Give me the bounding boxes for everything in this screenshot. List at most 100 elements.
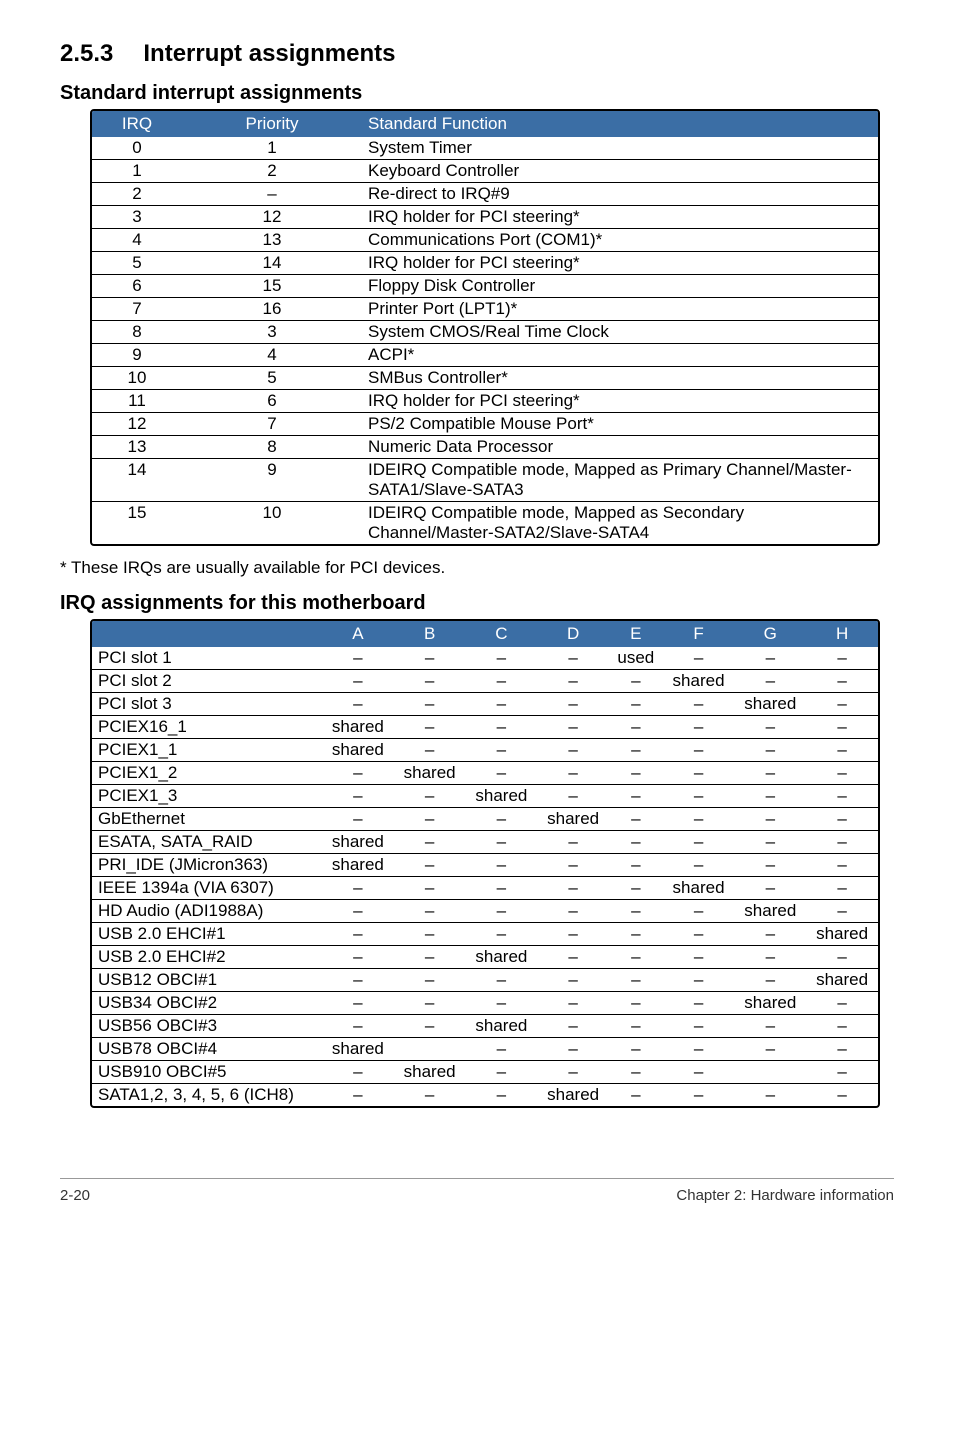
cell-value: –	[663, 900, 735, 923]
cell-value: –	[537, 854, 609, 877]
cell-value: –	[537, 1061, 609, 1084]
cell-priority: 13	[182, 229, 362, 252]
cell-label: IEEE 1394a (VIA 6307)	[92, 877, 322, 900]
cell-label: PRI_IDE (JMicron363)	[92, 854, 322, 877]
cell-value: –	[663, 992, 735, 1015]
cell-value: –	[394, 670, 466, 693]
table-row: GbEthernet–––shared––––	[92, 808, 878, 831]
cell-value: shared	[734, 992, 806, 1015]
cell-value: –	[806, 992, 878, 1015]
cell-value: –	[609, 1038, 663, 1061]
col-irq: IRQ	[92, 111, 182, 137]
cell-value: –	[609, 693, 663, 716]
cell-value: –	[537, 1038, 609, 1061]
table-row: PCIEX1_3––shared–––––	[92, 785, 878, 808]
cell-priority: 2	[182, 160, 362, 183]
table-row: 1510IDEIRQ Compatible mode, Mapped as Se…	[92, 502, 878, 545]
cell-value: used	[609, 647, 663, 670]
cell-priority: 16	[182, 298, 362, 321]
cell-label: HD Audio (ADI1988A)	[92, 900, 322, 923]
cell-irq: 3	[92, 206, 182, 229]
col-header	[92, 621, 322, 647]
cell-value: –	[394, 647, 466, 670]
cell-fn: IRQ holder for PCI steering*	[362, 390, 878, 413]
cell-value: shared	[322, 831, 394, 854]
cell-value: –	[537, 785, 609, 808]
table-row: PCIEX1_1shared–––––––	[92, 739, 878, 762]
cell-label: USB56 OBCI#3	[92, 1015, 322, 1038]
table-row: 413Communications Port (COM1)*	[92, 229, 878, 252]
col-header: D	[537, 621, 609, 647]
cell-value: –	[663, 647, 735, 670]
cell-value: –	[609, 946, 663, 969]
cell-value: –	[466, 1084, 538, 1107]
cell-value: –	[394, 808, 466, 831]
cell-label: USB910 OBCI#5	[92, 1061, 322, 1084]
cell-value: –	[609, 831, 663, 854]
table-row: ESATA, SATA_RAIDshared–––––––	[92, 831, 878, 854]
cell-irq: 7	[92, 298, 182, 321]
table-row: PRI_IDE (JMicron363)shared–––––––	[92, 854, 878, 877]
cell-value: shared	[394, 1061, 466, 1084]
cell-value: –	[394, 969, 466, 992]
cell-value	[734, 1061, 806, 1084]
cell-value: shared	[806, 923, 878, 946]
page-footer: 2-20 Chapter 2: Hardware information	[60, 1178, 894, 1234]
cell-value: shared	[537, 808, 609, 831]
cell-value: –	[537, 1015, 609, 1038]
table-row: PCIEX1_2–shared––––––	[92, 762, 878, 785]
cell-value: –	[394, 739, 466, 762]
footer-chapter: Chapter 2: Hardware information	[676, 1187, 894, 1204]
cell-value: –	[734, 854, 806, 877]
cell-value: –	[609, 877, 663, 900]
cell-priority: 8	[182, 436, 362, 459]
standard-irq-table: IRQ Priority Standard Function 01System …	[92, 111, 878, 544]
col-header: G	[734, 621, 806, 647]
cell-irq: 6	[92, 275, 182, 298]
cell-value: –	[394, 923, 466, 946]
cell-value: –	[609, 716, 663, 739]
col-header: C	[466, 621, 538, 647]
cell-value: –	[466, 716, 538, 739]
cell-value: –	[806, 785, 878, 808]
cell-value: –	[806, 946, 878, 969]
cell-irq: 11	[92, 390, 182, 413]
cell-value: –	[734, 739, 806, 762]
cell-value: shared	[322, 1038, 394, 1061]
cell-priority: 7	[182, 413, 362, 436]
cell-value: –	[663, 969, 735, 992]
cell-value: –	[394, 1084, 466, 1107]
cell-irq: 4	[92, 229, 182, 252]
cell-value: –	[734, 762, 806, 785]
cell-priority: 10	[182, 502, 362, 545]
cell-value: –	[394, 693, 466, 716]
cell-value: –	[663, 808, 735, 831]
cell-label: PCIEX1_1	[92, 739, 322, 762]
mobo-irq-table: ABCDEFGH PCI slot 1––––used–––PCI slot 2…	[92, 621, 878, 1106]
cell-irq: 8	[92, 321, 182, 344]
cell-value: –	[609, 739, 663, 762]
cell-value: shared	[322, 739, 394, 762]
cell-value: –	[734, 1015, 806, 1038]
table-row: USB12 OBCI#1–––––––shared	[92, 969, 878, 992]
cell-value: –	[537, 923, 609, 946]
cell-value: –	[466, 693, 538, 716]
cell-value: –	[322, 877, 394, 900]
cell-irq: 15	[92, 502, 182, 545]
table-row: USB78 OBCI#4shared––––––	[92, 1038, 878, 1061]
cell-value: –	[609, 923, 663, 946]
cell-value: –	[537, 831, 609, 854]
cell-value: –	[537, 992, 609, 1015]
cell-value: –	[537, 946, 609, 969]
cell-value: –	[394, 1015, 466, 1038]
cell-irq: 10	[92, 367, 182, 390]
subtitle-standard: Standard interrupt assignments	[60, 82, 894, 105]
cell-value: –	[394, 992, 466, 1015]
cell-value: –	[322, 969, 394, 992]
cell-fn: SMBus Controller*	[362, 367, 878, 390]
cell-irq: 0	[92, 137, 182, 160]
cell-value: –	[663, 739, 735, 762]
cell-value: –	[609, 762, 663, 785]
cell-value: –	[537, 969, 609, 992]
cell-value: –	[734, 785, 806, 808]
